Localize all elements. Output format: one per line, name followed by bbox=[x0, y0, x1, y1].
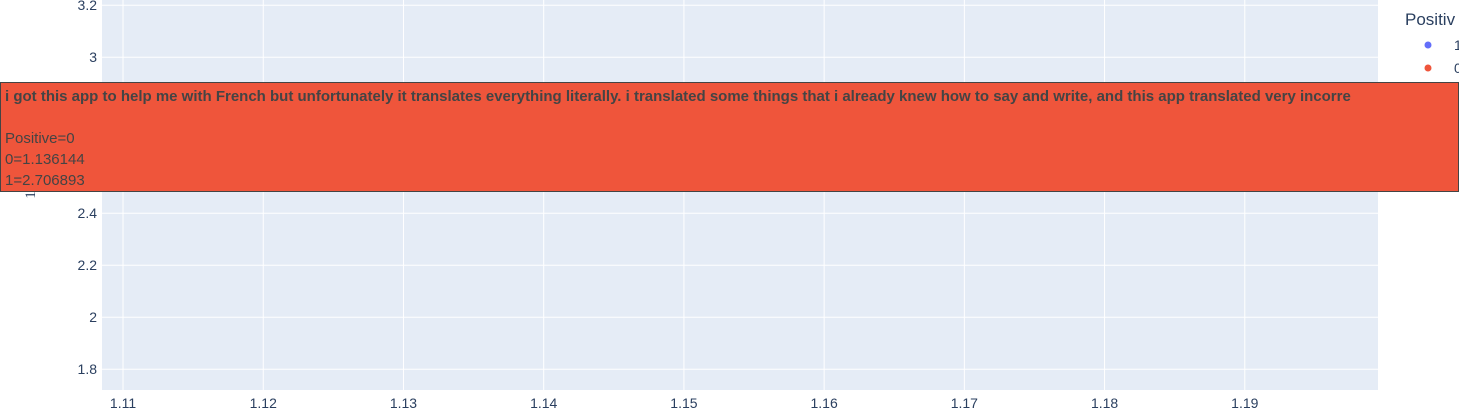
x-tick-label: 1.16 bbox=[811, 395, 838, 411]
legend-label[interactable]: 0 bbox=[1454, 60, 1459, 76]
y-tick-label: 3.2 bbox=[78, 0, 98, 13]
hover-spacer bbox=[5, 107, 1454, 128]
x-tick-label: 1.12 bbox=[250, 395, 277, 411]
plot-area bbox=[102, 0, 1378, 390]
x-tick-label: 1.11 bbox=[110, 395, 136, 411]
y-tick-label: 2.2 bbox=[78, 257, 98, 273]
x-tick-label: 1.19 bbox=[1231, 395, 1258, 411]
legend-marker[interactable] bbox=[1424, 64, 1432, 72]
hover-line-0: 0=1.136144 bbox=[5, 151, 85, 168]
legend-title: Positiv bbox=[1405, 10, 1456, 29]
x-axis-ticks: 1.11 1.12 1.13 1.14 1.15 1.16 1.17 1.18 1.19 bbox=[110, 395, 1259, 411]
legend[interactable]: 10 bbox=[1424, 37, 1459, 76]
y-tick-label: 3 bbox=[89, 49, 97, 65]
x-tick-label: 1.13 bbox=[390, 395, 417, 411]
x-tick-label: 1.14 bbox=[530, 395, 557, 411]
x-tick-label: 1.17 bbox=[951, 395, 978, 411]
hover-tooltip: i got this app to help me with French bu… bbox=[0, 82, 1459, 192]
y-tick-label: 2.4 bbox=[78, 205, 98, 221]
x-tick-label: 1.18 bbox=[1091, 395, 1118, 411]
x-tick-label: 1.15 bbox=[670, 395, 697, 411]
y-axis-title: 1 bbox=[23, 191, 39, 199]
y-tick-label: 2 bbox=[89, 309, 97, 325]
hover-title: i got this app to help me with French bu… bbox=[5, 88, 1351, 105]
legend-label[interactable]: 1 bbox=[1454, 37, 1459, 53]
y-tick-label: 1.8 bbox=[78, 361, 98, 377]
hover-line-positive: Positive=0 bbox=[5, 130, 75, 147]
hover-line-1: 1=2.706893 bbox=[5, 172, 85, 189]
legend-marker[interactable] bbox=[1424, 41, 1432, 49]
scatter-chart: 1.11 1.12 1.13 1.14 1.15 1.16 1.17 1.18 1.19 1.8… bbox=[23, 0, 1459, 411]
